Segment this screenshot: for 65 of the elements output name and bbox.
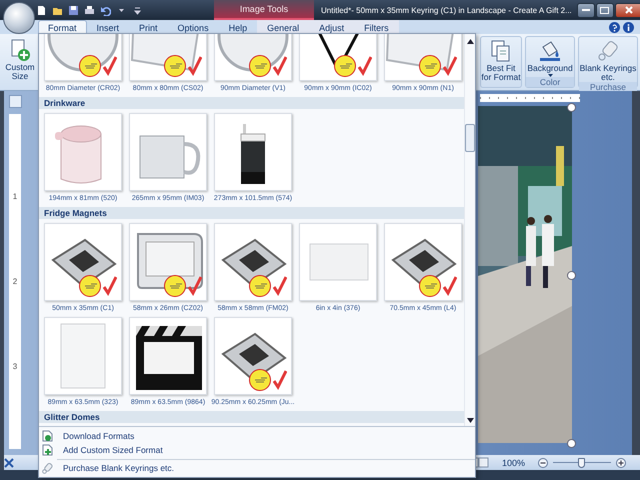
ribbon-tab[interactable]: Format xyxy=(38,20,87,34)
zoom-in-icon[interactable] xyxy=(616,458,626,468)
menu-item[interactable]: Download Formats xyxy=(39,429,475,443)
close-button[interactable] xyxy=(614,2,640,18)
custom-size-button[interactable]: Custom Size xyxy=(4,36,36,88)
ribbon-tab[interactable]: Print xyxy=(129,20,168,34)
maximize-button[interactable] xyxy=(596,2,614,18)
badge-check-icon xyxy=(79,275,117,297)
ribbon-tab[interactable]: Filters xyxy=(354,20,399,34)
badge-check-icon xyxy=(419,275,457,297)
customize-toolbar-icon[interactable] xyxy=(132,4,143,16)
ribbon-button[interactable]: Background xyxy=(526,37,574,77)
menu-item[interactable]: Purchase Blank Keyrings etc. xyxy=(39,461,475,475)
scroll-down-icon[interactable] xyxy=(466,418,474,423)
save-icon[interactable] xyxy=(68,4,79,16)
minimize-icon xyxy=(582,9,590,11)
help-icon[interactable] xyxy=(609,22,620,33)
section-header: Glitter Domes xyxy=(39,411,464,423)
badge-check-icon xyxy=(164,55,202,77)
undo-icon[interactable] xyxy=(100,4,111,16)
resize-handle[interactable] xyxy=(567,103,576,112)
paint-bucket-icon xyxy=(538,39,562,63)
keyring-icon xyxy=(42,462,53,474)
badge-check-icon xyxy=(249,369,287,391)
badge-check-icon xyxy=(249,55,287,77)
scroll-up-icon[interactable] xyxy=(466,39,474,44)
close-icon xyxy=(624,6,633,14)
info-icon[interactable] xyxy=(623,22,634,33)
resize-handle[interactable] xyxy=(567,439,576,448)
badge-check-icon xyxy=(334,55,372,77)
resize-handle[interactable] xyxy=(567,271,576,280)
section-header: Fridge Magnets xyxy=(39,207,464,219)
group-label: Color xyxy=(526,77,574,87)
ruler-number: 1 xyxy=(12,192,18,201)
badge-check-icon xyxy=(419,55,457,77)
new-document-icon[interactable] xyxy=(36,4,47,16)
ribbon-button[interactable]: Best Fit for Format xyxy=(481,37,521,87)
ribbon-tab[interactable]: General xyxy=(257,20,310,34)
close-icon[interactable] xyxy=(4,458,14,468)
zoom-out-icon[interactable] xyxy=(538,458,548,468)
window-title: Untitled*- 50mm x 35mm Keyring (C1) in Landscape - Create A Gift 2... xyxy=(321,6,572,14)
badge-check-icon xyxy=(164,275,202,297)
zoom-percent: 100% xyxy=(502,458,525,468)
ribbon-tab[interactable]: Options xyxy=(168,20,219,34)
group-label: Purchase xyxy=(579,82,637,92)
badge-check-icon xyxy=(79,55,117,77)
maximize-icon xyxy=(600,6,610,14)
ribbon-tab[interactable]: Insert xyxy=(86,20,130,34)
printer-icon[interactable] xyxy=(84,4,95,16)
slider-thumb[interactable] xyxy=(578,458,585,468)
keyring-icon xyxy=(596,39,620,63)
menu-item[interactable]: Add Custom Sized Format xyxy=(39,443,475,457)
document-icon xyxy=(42,430,53,442)
document-plus-icon xyxy=(42,444,53,456)
ruler-number: 3 xyxy=(12,362,18,371)
minimize-button[interactable] xyxy=(576,2,595,18)
ribbon-button[interactable]: Blank Keyrings etc. xyxy=(579,37,637,82)
document-plus-icon xyxy=(9,38,31,62)
scrollbar-thumb[interactable] xyxy=(465,124,475,152)
badge-check-icon xyxy=(249,275,287,297)
ribbon-tab[interactable]: Help xyxy=(218,20,258,34)
section-header: Drinkware xyxy=(39,97,464,109)
ribbon-tab[interactable]: Adjust xyxy=(309,20,354,34)
context-label: Image Tools xyxy=(240,4,288,14)
ruler-number: 2 xyxy=(12,277,18,286)
